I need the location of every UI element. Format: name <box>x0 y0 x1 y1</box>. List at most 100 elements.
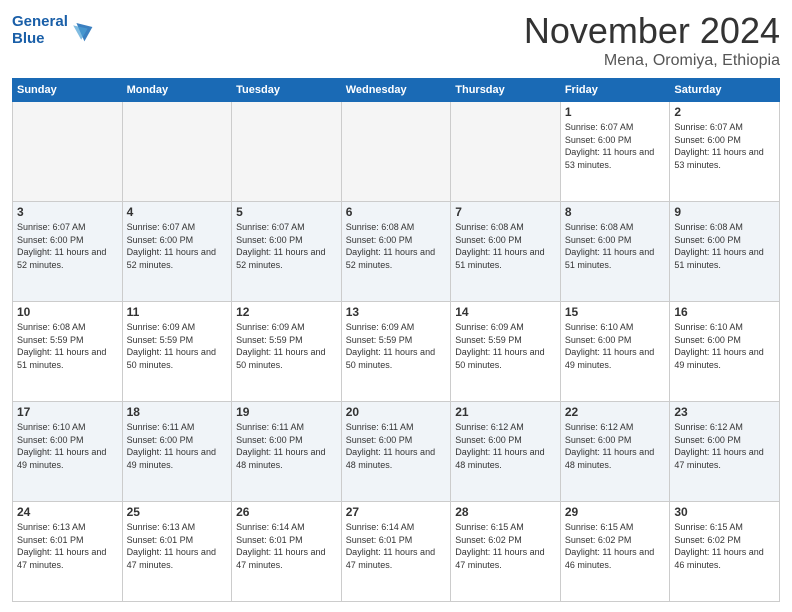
day-number: 5 <box>236 205 337 219</box>
header-wednesday: Wednesday <box>341 79 451 102</box>
day-info: Sunrise: 6:09 AMSunset: 5:59 PMDaylight:… <box>346 321 447 371</box>
day-number: 10 <box>17 305 118 319</box>
title-block: November 2024 Mena, Oromiya, Ethiopia <box>524 10 780 70</box>
table-row: 10 Sunrise: 6:08 AMSunset: 5:59 PMDayligh… <box>13 302 123 402</box>
day-number: 27 <box>346 505 447 519</box>
logo-text: General Blue <box>12 14 68 47</box>
day-info: Sunrise: 6:08 AMSunset: 5:59 PMDaylight:… <box>17 321 118 371</box>
table-row: 18 Sunrise: 6:11 AMSunset: 6:00 PMDayligh… <box>122 402 232 502</box>
day-number: 24 <box>17 505 118 519</box>
day-number: 17 <box>17 405 118 419</box>
table-row <box>122 102 232 202</box>
day-number: 6 <box>346 205 447 219</box>
week-row-1: 1 Sunrise: 6:07 AMSunset: 6:00 PMDaylight… <box>13 102 780 202</box>
day-number: 8 <box>565 205 666 219</box>
table-row: 26Sunrise: 6:14 AMSunset: 6:01 PMDayligh… <box>232 502 342 602</box>
day-number: 15 <box>565 305 666 319</box>
table-row: 14 Sunrise: 6:09 AMSunset: 5:59 PMDayligh… <box>451 302 561 402</box>
table-row: 16 Sunrise: 6:10 AMSunset: 6:00 PMDayligh… <box>670 302 780 402</box>
day-info: Sunrise: 6:12 AMSunset: 6:00 PMDaylight:… <box>565 421 666 471</box>
day-number: 16 <box>674 305 775 319</box>
day-info: Sunrise: 6:08 AMSunset: 6:00 PMDaylight:… <box>455 221 556 271</box>
day-info: Sunrise: 6:15 AMSunset: 6:02 PMDaylight:… <box>565 521 666 571</box>
day-number: 22 <box>565 405 666 419</box>
day-number: 12 <box>236 305 337 319</box>
week-row-4: 17 Sunrise: 6:10 AMSunset: 6:00 PMDayligh… <box>13 402 780 502</box>
day-number: 7 <box>455 205 556 219</box>
day-number: 19 <box>236 405 337 419</box>
day-number: 30 <box>674 505 775 519</box>
header-thursday: Thursday <box>451 79 561 102</box>
table-row: 13Sunrise: 6:09 AMSunset: 5:59 PMDayligh… <box>341 302 451 402</box>
week-row-3: 10 Sunrise: 6:08 AMSunset: 5:59 PMDayligh… <box>13 302 780 402</box>
day-info: Sunrise: 6:10 AMSunset: 6:00 PMDaylight:… <box>565 321 666 371</box>
table-row: 8Sunrise: 6:08 AMSunset: 6:00 PMDaylight… <box>560 202 670 302</box>
day-number: 28 <box>455 505 556 519</box>
day-info: Sunrise: 6:07 AMSunset: 6:00 PMDaylight:… <box>127 221 228 271</box>
day-info: Sunrise: 6:07 AMSunset: 6:00 PMDaylight:… <box>17 221 118 271</box>
logo: General Blue <box>12 14 94 47</box>
day-info: Sunrise: 6:14 AMSunset: 6:01 PMDaylight:… <box>236 521 337 571</box>
day-info: Sunrise: 6:07 AMSunset: 6:00 PMDaylight:… <box>236 221 337 271</box>
day-number: 14 <box>455 305 556 319</box>
table-row: 5 Sunrise: 6:07 AMSunset: 6:00 PMDaylight… <box>232 202 342 302</box>
table-row: 12 Sunrise: 6:09 AMSunset: 5:59 PMDayligh… <box>232 302 342 402</box>
day-info: Sunrise: 6:09 AMSunset: 5:59 PMDaylight:… <box>455 321 556 371</box>
calendar-table: Sunday Monday Tuesday Wednesday Thursday… <box>12 78 780 602</box>
day-number: 23 <box>674 405 775 419</box>
table-row <box>232 102 342 202</box>
day-number: 9 <box>674 205 775 219</box>
day-info: Sunrise: 6:10 AMSunset: 6:00 PMDaylight:… <box>674 321 775 371</box>
day-info: Sunrise: 6:15 AMSunset: 6:02 PMDaylight:… <box>455 521 556 571</box>
day-number: 3 <box>17 205 118 219</box>
day-info: Sunrise: 6:10 AMSunset: 6:00 PMDaylight:… <box>17 421 118 471</box>
day-info: Sunrise: 6:09 AMSunset: 5:59 PMDaylight:… <box>127 321 228 371</box>
calendar-header-row: Sunday Monday Tuesday Wednesday Thursday… <box>13 79 780 102</box>
table-row: 2Sunrise: 6:07 AMSunset: 6:00 PMDaylight… <box>670 102 780 202</box>
day-number: 25 <box>127 505 228 519</box>
day-info: Sunrise: 6:07 AMSunset: 6:00 PMDaylight:… <box>565 121 666 171</box>
table-row: 19Sunrise: 6:11 AMSunset: 6:00 PMDayligh… <box>232 402 342 502</box>
day-number: 4 <box>127 205 228 219</box>
day-info: Sunrise: 6:12 AMSunset: 6:00 PMDaylight:… <box>674 421 775 471</box>
table-row: 23 Sunrise: 6:12 AMSunset: 6:00 PMDayligh… <box>670 402 780 502</box>
table-row: 3 Sunrise: 6:07 AMSunset: 6:00 PMDaylight… <box>13 202 123 302</box>
table-row: 4 Sunrise: 6:07 AMSunset: 6:00 PMDaylight… <box>122 202 232 302</box>
table-row: 22 Sunrise: 6:12 AMSunset: 6:00 PMDayligh… <box>560 402 670 502</box>
day-info: Sunrise: 6:11 AMSunset: 6:00 PMDaylight:… <box>127 421 228 471</box>
table-row: 29 Sunrise: 6:15 AMSunset: 6:02 PMDayligh… <box>560 502 670 602</box>
day-info: Sunrise: 6:13 AMSunset: 6:01 PMDaylight:… <box>17 521 118 571</box>
header-tuesday: Tuesday <box>232 79 342 102</box>
table-row: 24 Sunrise: 6:13 AMSunset: 6:01 PMDayligh… <box>13 502 123 602</box>
day-number: 21 <box>455 405 556 419</box>
page-header: General Blue November 2024 Mena, Oromiya… <box>12 10 780 70</box>
day-info: Sunrise: 6:07 AMSunset: 6:00 PMDaylight:… <box>674 121 775 171</box>
day-number: 18 <box>127 405 228 419</box>
table-row <box>341 102 451 202</box>
table-row: 25 Sunrise: 6:13 AMSunset: 6:01 PMDayligh… <box>122 502 232 602</box>
table-row: 9 Sunrise: 6:08 AMSunset: 6:00 PMDaylight… <box>670 202 780 302</box>
day-info: Sunrise: 6:13 AMSunset: 6:01 PMDaylight:… <box>127 521 228 571</box>
header-monday: Monday <box>122 79 232 102</box>
day-info: Sunrise: 6:14 AMSunset: 6:01 PMDaylight:… <box>346 521 447 571</box>
header-sunday: Sunday <box>13 79 123 102</box>
week-row-2: 3 Sunrise: 6:07 AMSunset: 6:00 PMDaylight… <box>13 202 780 302</box>
day-info: Sunrise: 6:08 AMSunset: 6:00 PMDaylight:… <box>674 221 775 271</box>
day-number: 11 <box>127 305 228 319</box>
day-number: 1 <box>565 105 666 119</box>
day-number: 29 <box>565 505 666 519</box>
table-row: 27 Sunrise: 6:14 AMSunset: 6:01 PMDayligh… <box>341 502 451 602</box>
day-info: Sunrise: 6:11 AMSunset: 6:00 PMDaylight:… <box>346 421 447 471</box>
header-saturday: Saturday <box>670 79 780 102</box>
table-row: 28 Sunrise: 6:15 AMSunset: 6:02 PMDayligh… <box>451 502 561 602</box>
table-row <box>451 102 561 202</box>
table-row <box>13 102 123 202</box>
month-title: November 2024 <box>524 10 780 52</box>
day-info: Sunrise: 6:09 AMSunset: 5:59 PMDaylight:… <box>236 321 337 371</box>
day-info: Sunrise: 6:12 AMSunset: 6:00 PMDaylight:… <box>455 421 556 471</box>
day-info: Sunrise: 6:08 AMSunset: 6:00 PMDaylight:… <box>346 221 447 271</box>
table-row: 7 Sunrise: 6:08 AMSunset: 6:00 PMDaylight… <box>451 202 561 302</box>
week-row-5: 24 Sunrise: 6:13 AMSunset: 6:01 PMDayligh… <box>13 502 780 602</box>
location: Mena, Oromiya, Ethiopia <box>524 52 780 70</box>
table-row: 17 Sunrise: 6:10 AMSunset: 6:00 PMDayligh… <box>13 402 123 502</box>
